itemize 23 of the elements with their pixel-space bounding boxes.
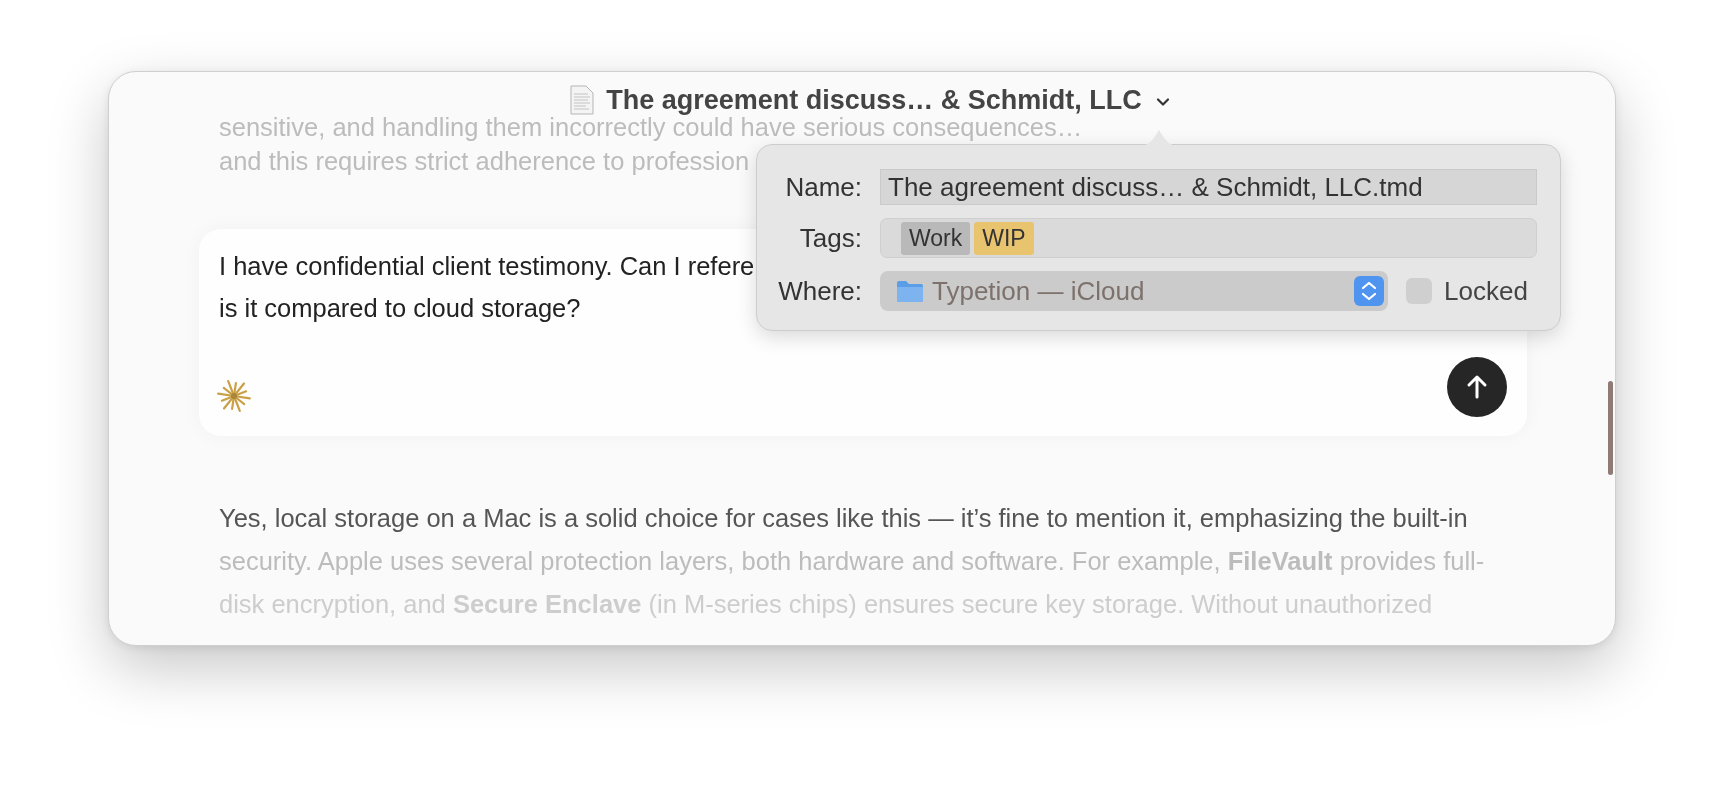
name-field[interactable]: The agreement discuss… & Schmidt, LLC.tmd xyxy=(880,169,1537,205)
prompt-text-line: I have confidential client testimony. Can I refere xyxy=(219,251,755,282)
send-button[interactable] xyxy=(1447,357,1507,417)
document-title[interactable]: The agreement discuss… & Schmidt, LLC xyxy=(606,86,1142,114)
tags-field[interactable]: Work WIP xyxy=(880,218,1537,258)
locked-label[interactable]: Locked xyxy=(1444,275,1528,307)
message-text-line: and this requires strict adherence to profession xyxy=(219,148,750,174)
folder-icon xyxy=(896,279,924,303)
tags-label: Tags: xyxy=(799,222,862,254)
prompt-text-line: is it compared to cloud storage? xyxy=(219,293,581,324)
location-text: Typetion — iCloud xyxy=(932,275,1146,307)
where-label: Where: xyxy=(778,275,862,307)
sparkle-icon xyxy=(217,379,251,413)
document-icon xyxy=(570,85,595,115)
stepper-icon xyxy=(1354,276,1384,306)
chevron-down-icon[interactable] xyxy=(1155,97,1170,107)
response-text-line: security. Apple uses several protection layers, both hardware and software. For example, FileVault provides full- xyxy=(219,546,1485,577)
response-text-line: Yes, local storage on a Mac is a solid choice for cases like this — it’s fine to mention it, emphasizing the built-in xyxy=(219,503,1468,534)
tag[interactable]: Work xyxy=(901,221,971,255)
name-label: Name: xyxy=(785,171,862,203)
message-text-line: sensitive, and handling them incorrectly could have serious consequences… xyxy=(219,114,1083,140)
scrollbar-thumb[interactable] xyxy=(1608,381,1613,475)
tag[interactable]: WIP xyxy=(974,221,1034,255)
